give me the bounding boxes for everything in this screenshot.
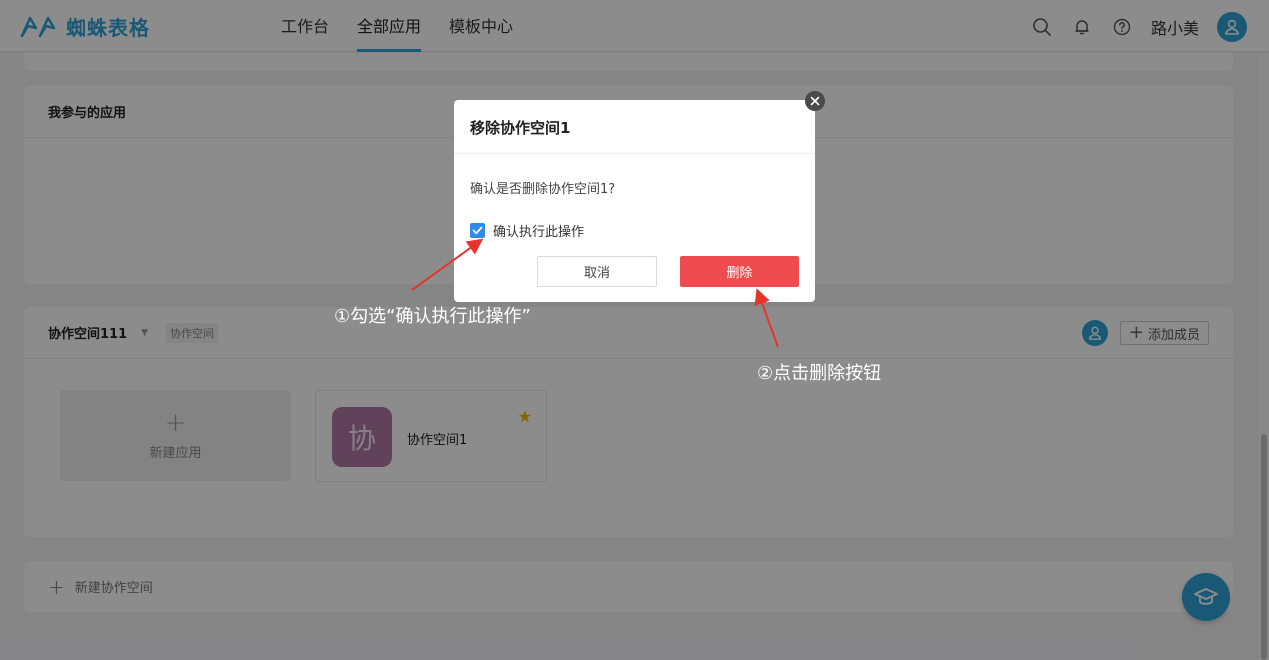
confirm-checkbox[interactable] [470, 223, 485, 238]
close-icon[interactable] [805, 91, 825, 111]
dialog-message: 确认是否删除协作空间1? [470, 182, 616, 197]
confirm-checkbox-row[interactable]: 确认执行此操作 [470, 221, 584, 240]
annotation-step2: ②点击删除按钮 [757, 363, 882, 384]
remove-workspace-dialog: 移除协作空间1 确认是否删除协作空间1? 确认执行此操作 取消 删除 [454, 100, 815, 302]
delete-button[interactable]: 删除 [680, 256, 799, 287]
confirm-label: 确认执行此操作 [493, 225, 585, 240]
dialog-title: 移除协作空间1 [454, 100, 815, 154]
annotation-step1: ①勾选“确认执行此操作” [334, 306, 531, 327]
cancel-button[interactable]: 取消 [537, 256, 657, 287]
check-icon [472, 226, 483, 235]
modal-overlay[interactable] [0, 0, 1269, 660]
